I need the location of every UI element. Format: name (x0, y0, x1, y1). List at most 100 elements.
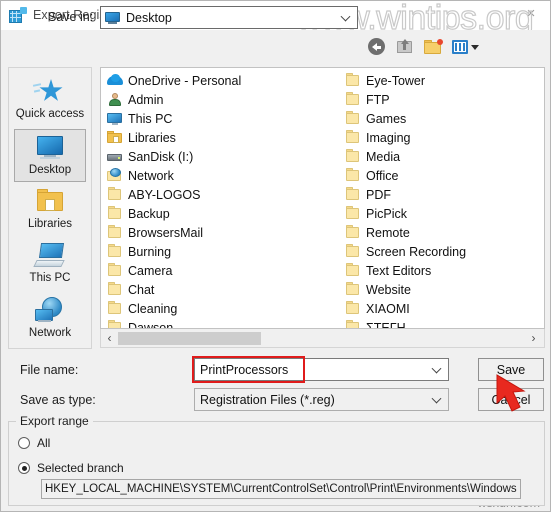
list-item[interactable]: BrowsersMail (104, 223, 320, 242)
folder-icon (345, 301, 361, 316)
places-sidebar: Quick access Desktop Libraries This PC N… (8, 67, 92, 349)
sidebar-item-network[interactable]: Network (14, 293, 86, 346)
drive-icon (107, 149, 123, 164)
list-item[interactable]: Camera (104, 261, 320, 280)
views-grid-icon[interactable] (451, 37, 479, 57)
list-item[interactable]: OneDrive - Personal (104, 71, 320, 90)
list-item[interactable]: PDF (342, 185, 544, 204)
up-folder-icon[interactable] (395, 37, 415, 57)
list-item-label: XIAOMI (366, 301, 410, 316)
folder-icon (345, 263, 361, 278)
save-as-type-dropdown[interactable]: Registration Files (*.reg) (194, 388, 449, 411)
new-folder-icon[interactable] (423, 37, 443, 57)
list-item-label: Media (366, 149, 401, 164)
list-item-label: Website (366, 282, 411, 297)
desktop-monitor-icon (105, 11, 120, 24)
sidebar-item-label: Desktop (28, 163, 72, 176)
list-item[interactable]: Media (342, 147, 544, 166)
list-item[interactable]: Website (342, 280, 544, 299)
save-button[interactable]: Save (478, 358, 544, 381)
save-in-value: Desktop (126, 10, 172, 25)
radio-icon-all[interactable] (18, 437, 30, 449)
list-item[interactable]: PicPick (342, 204, 544, 223)
list-item[interactable]: Eye-Tower (342, 71, 544, 90)
folder-icon (345, 168, 361, 183)
radio-icon-selected-branch[interactable] (18, 462, 30, 474)
cloud-icon (107, 73, 123, 88)
folder-icon (345, 187, 361, 202)
list-item[interactable]: XIAOMI (342, 299, 544, 318)
file-name-label: File name: (20, 363, 79, 377)
list-item[interactable]: FTP (342, 90, 544, 109)
folder-icon (107, 282, 123, 297)
list-item-label: PicPick (366, 206, 407, 221)
cancel-button[interactable]: Cancel (478, 388, 544, 411)
save-as-type-label: Save as type: (20, 393, 96, 407)
back-arrow-icon[interactable] (367, 37, 387, 57)
folder-icon (345, 73, 361, 88)
file-list[interactable]: OneDrive - Personal Admin This PC Librar… (100, 67, 545, 329)
radio-selected-branch[interactable]: Selected branch (18, 461, 124, 475)
scroll-left-arrow-icon[interactable]: ‹ (101, 330, 118, 347)
list-item[interactable]: Imaging (342, 128, 544, 147)
list-item[interactable]: ΣΤΕΓΗ (342, 318, 544, 329)
save-in-label: Save in: (48, 10, 94, 24)
list-item-label: Libraries (128, 130, 176, 145)
user-icon (107, 92, 123, 107)
folder-icon (107, 301, 123, 316)
list-item[interactable]: SanDisk (I:) (104, 147, 320, 166)
folder-icon (107, 187, 123, 202)
list-item-label: OneDrive - Personal (128, 73, 242, 88)
file-list-column-left: OneDrive - Personal Admin This PC Librar… (104, 71, 320, 329)
folder-icon (107, 225, 123, 240)
registry-editor-icon (8, 6, 27, 24)
scrollbar-thumb[interactable] (118, 332, 261, 345)
list-item[interactable]: Text Editors (342, 261, 544, 280)
list-item[interactable]: Admin (104, 90, 320, 109)
list-item-label: Dawson (128, 320, 174, 329)
list-item[interactable]: Screen Recording (342, 242, 544, 261)
monitor-icon (33, 133, 67, 163)
list-item-label: SanDisk (I:) (128, 149, 194, 164)
list-item-label: ΣΤΕΓΗ (366, 320, 406, 329)
sidebar-item-quick-access[interactable]: Quick access (14, 74, 86, 127)
folder-icon (345, 320, 361, 328)
list-item[interactable]: ABY-LOGOS (104, 185, 320, 204)
list-item[interactable]: Games (342, 109, 544, 128)
file-name-input[interactable]: PrintProcessors (194, 358, 449, 381)
folder-icon (345, 92, 361, 107)
monitor-icon (107, 111, 123, 126)
chevron-down-icon[interactable] (433, 395, 442, 404)
close-icon[interactable]: × (520, 3, 542, 23)
sidebar-item-libraries[interactable]: Libraries (14, 184, 86, 237)
selected-branch-path-field[interactable]: HKEY_LOCAL_MACHINE\SYSTEM\CurrentControl… (41, 479, 521, 499)
list-item-label: Text Editors (366, 263, 432, 278)
export-registry-file-dialog: Export Registry File × www.wintips.org w… (0, 0, 551, 512)
folder-icon (345, 225, 361, 240)
list-item[interactable]: Cleaning (104, 299, 320, 318)
computer-icon (33, 241, 67, 271)
scroll-right-arrow-icon[interactable]: › (525, 330, 542, 347)
chevron-down-icon[interactable] (433, 365, 442, 374)
list-item-label: Imaging (366, 130, 411, 145)
save-in-dropdown[interactable]: Desktop (100, 6, 358, 29)
radio-label-selected-branch: Selected branch (37, 461, 124, 475)
radio-label-all: All (37, 436, 51, 450)
list-item[interactable]: Network (104, 166, 320, 185)
radio-all[interactable]: All (18, 436, 50, 450)
list-item[interactable]: Backup (104, 204, 320, 223)
list-item[interactable]: Chat (104, 280, 320, 299)
sidebar-item-label: Libraries (27, 217, 73, 230)
list-item[interactable]: Burning (104, 242, 320, 261)
list-item[interactable]: Office (342, 166, 544, 185)
sidebar-item-this-pc[interactable]: This PC (14, 238, 86, 291)
list-item[interactable]: This PC (104, 109, 320, 128)
list-item[interactable]: Libraries (104, 128, 320, 147)
list-item[interactable]: Dawson (104, 318, 320, 329)
list-item-label: BrowsersMail (128, 225, 204, 240)
file-name-value: PrintProcessors (200, 362, 289, 377)
sidebar-item-desktop[interactable]: Desktop (14, 128, 86, 182)
list-item-label: Cleaning (128, 301, 178, 316)
list-item[interactable]: Remote (342, 223, 544, 242)
horizontal-scrollbar[interactable]: ‹ › (100, 329, 545, 348)
